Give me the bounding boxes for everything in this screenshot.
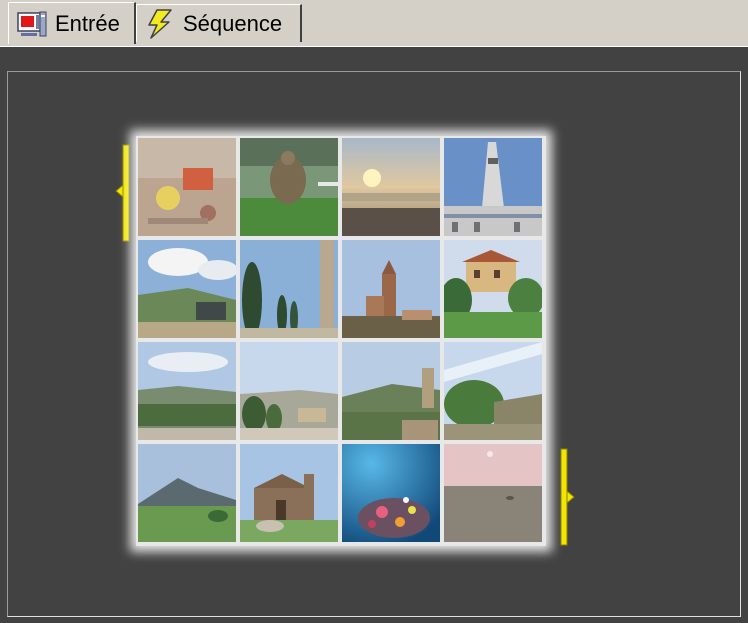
thumbnail-statue-on-grass[interactable] — [240, 138, 338, 236]
selection-end-marker[interactable] — [556, 447, 578, 549]
tab-sequence-label: Séquence — [183, 10, 283, 36]
thumbnail-grid — [136, 136, 546, 546]
thumbnail-church-tower[interactable] — [444, 138, 542, 236]
tab-bar: Entrée Séquence — [0, 0, 748, 46]
tab-sequence[interactable]: Séquence — [136, 4, 302, 42]
thumbnail-toy-car-in-sand[interactable] — [138, 138, 236, 236]
thumbnail-sunset-over-sea[interactable] — [342, 138, 440, 236]
thumbnail-hilltop-town[interactable] — [342, 342, 440, 440]
thumbnail-valley-landscape[interactable] — [138, 342, 236, 440]
thumbnail-hills-with-clouds[interactable] — [138, 240, 236, 338]
selection-start-marker[interactable] — [114, 143, 136, 245]
thumbnail-cypress-trees[interactable] — [240, 240, 338, 338]
lightning-icon — [145, 8, 175, 39]
thumbnail-mountain-meadow[interactable] — [138, 444, 236, 542]
monitor-input-icon — [17, 9, 47, 39]
tab-entree-label: Entrée — [55, 10, 120, 36]
thumbnail-hill-village[interactable] — [240, 342, 338, 440]
thumbnail-church-bell-tower[interactable] — [342, 240, 440, 338]
thumbnail-coral-reef[interactable] — [342, 444, 440, 542]
thumbnail-villa-on-hill[interactable] — [444, 240, 542, 338]
thumbnail-misty-flat-beach[interactable] — [444, 444, 542, 542]
thumbnail-church-facade[interactable] — [240, 444, 338, 542]
input-panel — [0, 46, 748, 623]
tab-entree[interactable]: Entrée — [8, 2, 136, 44]
thumbnail-green-hillside[interactable] — [444, 342, 542, 440]
